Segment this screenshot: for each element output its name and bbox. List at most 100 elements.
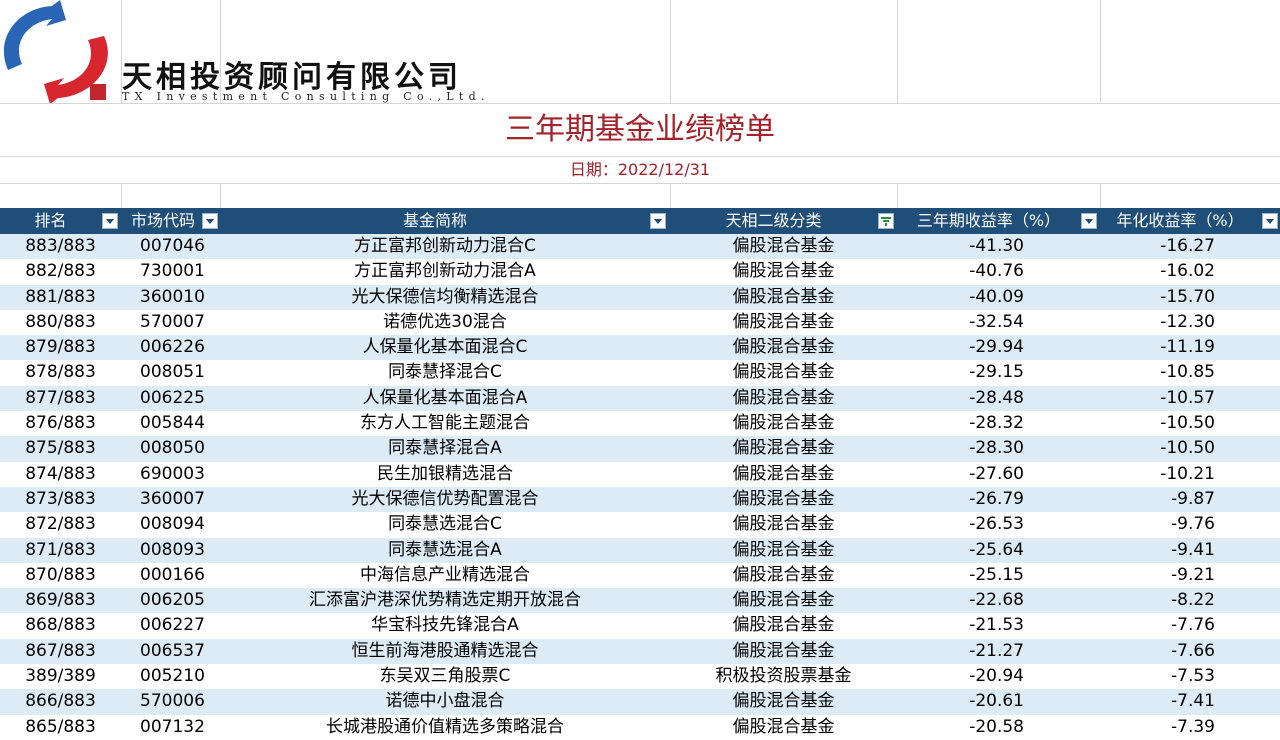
cell-fund-name: 同泰慧择混合C — [388, 362, 502, 383]
header-rank-label: 排名 — [34, 211, 67, 230]
filter-dropdown-icon[interactable] — [102, 213, 118, 229]
cell-fund-name: 方正富邦创新动力混合A — [354, 261, 536, 282]
cell-fund-name: 东吴双三角股票C — [379, 666, 511, 687]
cell-category: 偏股混合基金 — [732, 387, 835, 408]
cell-fund-name: 长城港股通价值精选多策略混合 — [326, 716, 564, 737]
cell-annualized: -9.87 — [1171, 488, 1215, 509]
cell-rank: 870/883 — [25, 564, 96, 585]
cell-return-3y: -25.15 — [969, 564, 1024, 585]
cell-rank: 869/883 — [25, 590, 96, 611]
company-name-en: TX Investment Consulting Co.,Ltd. — [122, 90, 490, 103]
cell-return-3y: -25.64 — [969, 539, 1024, 560]
cell-annualized: -10.85 — [1160, 362, 1215, 383]
filter-dropdown-icon[interactable] — [202, 213, 218, 229]
cell-category: 偏股混合基金 — [732, 691, 835, 712]
cell-fund-name: 东方人工智能主题混合 — [360, 413, 530, 434]
cell-rank: 865/883 — [25, 716, 96, 737]
cell-return-3y: -27.60 — [969, 463, 1024, 484]
header-return-3y-label: 三年期收益率（%） — [916, 211, 1061, 230]
cell-fund-name: 同泰慧择混合A — [388, 438, 502, 459]
cell-return-3y: -21.53 — [969, 615, 1024, 636]
cell-category: 偏股混合基金 — [732, 564, 835, 585]
cell-fund-name: 恒生前海港股通精选混合 — [351, 640, 539, 661]
report-date: 日期：2022/12/31 — [569, 160, 711, 179]
cell-annualized: -12.30 — [1160, 311, 1215, 332]
cell-return-3y: -40.76 — [969, 261, 1024, 282]
cell-code: 570007 — [140, 311, 205, 332]
cell-rank: 883/883 — [25, 236, 96, 256]
header-rank: 排名 — [0, 208, 121, 234]
header-fund-name: 基金简称 — [220, 208, 670, 234]
table-row[interactable]: 880/883 570007 诺德优选30混合 偏股混合基金 -32.54 -12.30 — [0, 309, 1280, 336]
table-row[interactable]: 873/883 360007 光大保德信优势配置混合 偏股混合基金 -26.79 -9.8… — [0, 486, 1280, 513]
cell-fund-name: 民生加银精选混合 — [377, 463, 513, 484]
filter-dropdown-icon[interactable] — [650, 213, 666, 229]
table-row[interactable]: 869/883 006205 汇添富沪港深优势精选定期开放混合 偏股混合基金 -22.6… — [0, 588, 1280, 614]
table-row[interactable]: 389/389 005210 东吴双三角股票C 积极投资股票基金 -20.94 -7.53 — [0, 664, 1280, 690]
header-category: 天相二级分类 — [670, 208, 897, 234]
cell-fund-name: 诺德中小盘混合 — [385, 691, 505, 712]
cell-code: 005844 — [140, 413, 205, 434]
table-row[interactable]: 871/883 008093 同泰慧选混合A 偏股混合基金 -25.64 -9.41 — [0, 537, 1280, 563]
cell-fund-name: 华宝科技先锋混合A — [371, 615, 519, 636]
table-row[interactable]: 867/883 006537 恒生前海港股通精选混合 偏股混合基金 -21.27 -7.6… — [0, 638, 1280, 665]
cell-code: 000166 — [140, 564, 205, 585]
cell-return-3y: -32.54 — [969, 311, 1024, 332]
table-row[interactable]: 876/883 005844 东方人工智能主题混合 偏股混合基金 -28.32 -10.5… — [0, 411, 1280, 437]
cell-return-3y: -22.68 — [969, 590, 1024, 611]
cell-category: 积极投资股票基金 — [715, 666, 852, 687]
cell-rank: 881/883 — [25, 286, 96, 307]
cell-fund-name: 同泰慧选混合A — [388, 539, 502, 560]
table-row[interactable]: 866/883 570006 诺德中小盘混合 偏股混合基金 -20.61 -7.41 — [0, 689, 1280, 715]
cell-annualized: -7.66 — [1171, 640, 1215, 661]
cell-category: 偏股混合基金 — [732, 590, 835, 611]
table-row[interactable]: 878/883 008051 同泰慧择混合C 偏股混合基金 -29.15 -10.85 — [0, 360, 1280, 386]
filter-dropdown-icon[interactable] — [1262, 213, 1278, 229]
cell-rank: 868/883 — [25, 615, 96, 636]
cell-annualized: -8.22 — [1171, 590, 1215, 611]
table-header: 排名 市场代码 基金简称 天相二级分类 三年期收益率（%） 年化收益率（%） — [0, 208, 1280, 234]
cell-code: 008051 — [140, 362, 205, 383]
cell-fund-name: 中海信息产业精选混合 — [360, 564, 530, 585]
cell-annualized: -11.19 — [1160, 337, 1215, 358]
cell-rank: 874/883 — [25, 463, 96, 484]
cell-code: 007046 — [140, 236, 205, 256]
cell-fund-name: 光大保德信优势配置混合 — [351, 488, 539, 509]
cell-annualized: -9.41 — [1171, 539, 1215, 560]
cell-fund-name: 汇添富沪港深优势精选定期开放混合 — [309, 590, 581, 611]
cell-return-3y: -28.48 — [969, 387, 1024, 408]
cell-category: 偏股混合基金 — [732, 236, 835, 256]
cell-fund-name: 同泰慧选混合C — [388, 514, 502, 535]
cell-annualized: -10.57 — [1160, 387, 1215, 408]
table-row[interactable]: 868/883 006227 华宝科技先锋混合A 偏股混合基金 -21.53 -7.76 — [0, 613, 1280, 639]
table-row[interactable]: 879/883 006226 人保量化基本面混合C 偏股混合基金 -29.94 -11.1… — [0, 335, 1280, 361]
cell-rank: 876/883 — [25, 413, 96, 434]
cell-return-3y: -20.58 — [969, 716, 1024, 737]
cell-fund-name: 人保量化基本面混合A — [362, 387, 528, 408]
cell-code: 360007 — [140, 488, 205, 509]
table-row[interactable]: 883/883 007046 方正富邦创新动力混合C 偏股混合基金 -41.30 -16.… — [0, 234, 1280, 260]
cell-annualized: -16.02 — [1160, 261, 1215, 282]
cell-category: 偏股混合基金 — [732, 286, 835, 307]
cell-return-3y: -28.32 — [969, 413, 1024, 434]
table-row[interactable]: 877/883 006225 人保量化基本面混合A 偏股混合基金 -28.48 -10.5… — [0, 385, 1280, 412]
table-row[interactable]: 865/883 007132 长城港股通价值精选多策略混合 偏股混合基金 -20.58 -… — [0, 714, 1280, 740]
cell-code: 006205 — [140, 590, 205, 611]
table-row[interactable]: 872/883 008094 同泰慧选混合C 偏股混合基金 -26.53 -9.76 — [0, 512, 1280, 538]
cell-code: 007132 — [140, 716, 205, 737]
cell-code: 006537 — [140, 640, 205, 661]
table-row[interactable]: 870/883 000166 中海信息产业精选混合 偏股混合基金 -25.15 -9.21 — [0, 562, 1280, 589]
cell-fund-name: 人保量化基本面混合C — [362, 337, 528, 358]
filter-dropdown-icon[interactable] — [1081, 213, 1097, 229]
filter-active-icon[interactable] — [878, 213, 894, 229]
cell-return-3y: -21.27 — [969, 640, 1024, 661]
cell-category: 偏股混合基金 — [732, 261, 835, 282]
cell-category: 偏股混合基金 — [732, 463, 835, 484]
table-row[interactable]: 882/883 730001 方正富邦创新动力混合A 偏股混合基金 -40.76 -16.… — [0, 259, 1280, 285]
table-row[interactable]: 875/883 008050 同泰慧择混合A 偏股混合基金 -28.30 -10.50 — [0, 436, 1280, 462]
cell-fund-name: 光大保德信均衡精选混合 — [351, 286, 539, 307]
cell-rank: 878/883 — [25, 362, 96, 383]
table-row[interactable]: 874/883 690003 民生加银精选混合 偏股混合基金 -27.60 -10.21 — [0, 461, 1280, 487]
table-row[interactable]: 881/883 360010 光大保德信均衡精选混合 偏股混合基金 -40.09 -15.… — [0, 284, 1280, 310]
cell-annualized: -15.70 — [1160, 286, 1215, 307]
